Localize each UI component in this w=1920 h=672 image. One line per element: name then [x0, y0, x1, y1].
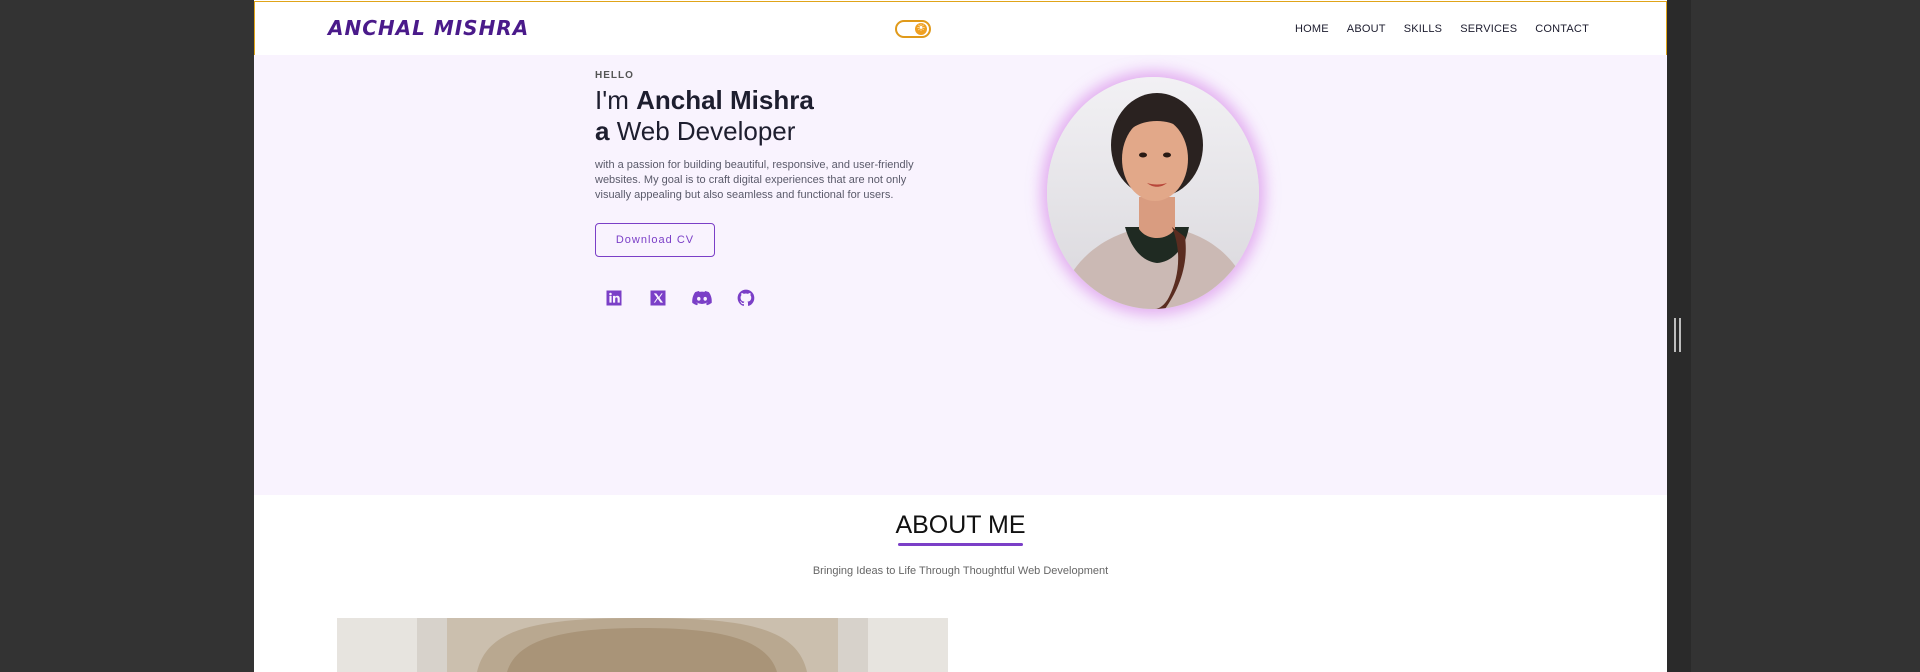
headline-name: Anchal Mishra	[636, 85, 814, 115]
headline-line-1: I'm Anchal Mishra	[595, 85, 814, 116]
github-icon[interactable]	[735, 287, 757, 309]
site-logo[interactable]: ANCHAL MISHRA	[328, 16, 529, 40]
headline-line-2: a Web Developer	[595, 116, 814, 147]
about-subtitle: Bringing Ideas to Life Through Thoughtfu…	[812, 565, 1109, 577]
discord-icon[interactable]	[691, 287, 713, 309]
nav-services-link[interactable]: SERVICES	[1460, 23, 1517, 35]
about-title: ABOUT ME	[895, 511, 1026, 539]
sun-icon: ☀	[915, 23, 927, 35]
portrait-illustration	[1047, 77, 1259, 309]
about-photo	[337, 618, 948, 672]
scroll-handle[interactable]	[1674, 318, 1682, 352]
nav-about-link[interactable]: ABOUT	[1347, 23, 1386, 35]
about-photo-illustration	[337, 618, 948, 672]
about-title-underline	[898, 543, 1023, 546]
x-twitter-icon[interactable]	[647, 287, 669, 309]
nav-home-link[interactable]: HOME	[1295, 23, 1329, 35]
headline-article: a	[595, 116, 610, 146]
page: ANCHAL MISHRA ☀ HOME ABOUT SKILLS SERVIC…	[254, 0, 1667, 672]
hero-greeting: HELLO	[595, 70, 634, 81]
linkedin-icon[interactable]	[603, 287, 625, 309]
profile-photo	[1047, 77, 1259, 309]
hero-intro: with a passion for building beautiful, r…	[595, 159, 914, 201]
hero-section: HELLO I'm Anchal Mishra a Web Developer …	[254, 55, 1667, 495]
headline-prefix: I'm	[595, 85, 637, 115]
nav-skills-link[interactable]: SKILLS	[1404, 23, 1443, 35]
navbar: ANCHAL MISHRA ☀ HOME ABOUT SKILLS SERVIC…	[254, 1, 1667, 56]
nav-links: HOME ABOUT SKILLS SERVICES CONTACT	[1277, 23, 1589, 35]
hero-headline: I'm Anchal Mishra a Web Developer	[595, 85, 814, 147]
download-cv-button[interactable]: Download CV	[595, 223, 715, 257]
headline-role: Web Developer	[609, 116, 796, 146]
nav-contact-link[interactable]: CONTACT	[1535, 23, 1589, 35]
theme-toggle[interactable]: ☀	[895, 20, 931, 38]
about-section: ABOUT ME Bringing Ideas to Life Through …	[254, 495, 1667, 672]
social-links	[603, 287, 757, 309]
